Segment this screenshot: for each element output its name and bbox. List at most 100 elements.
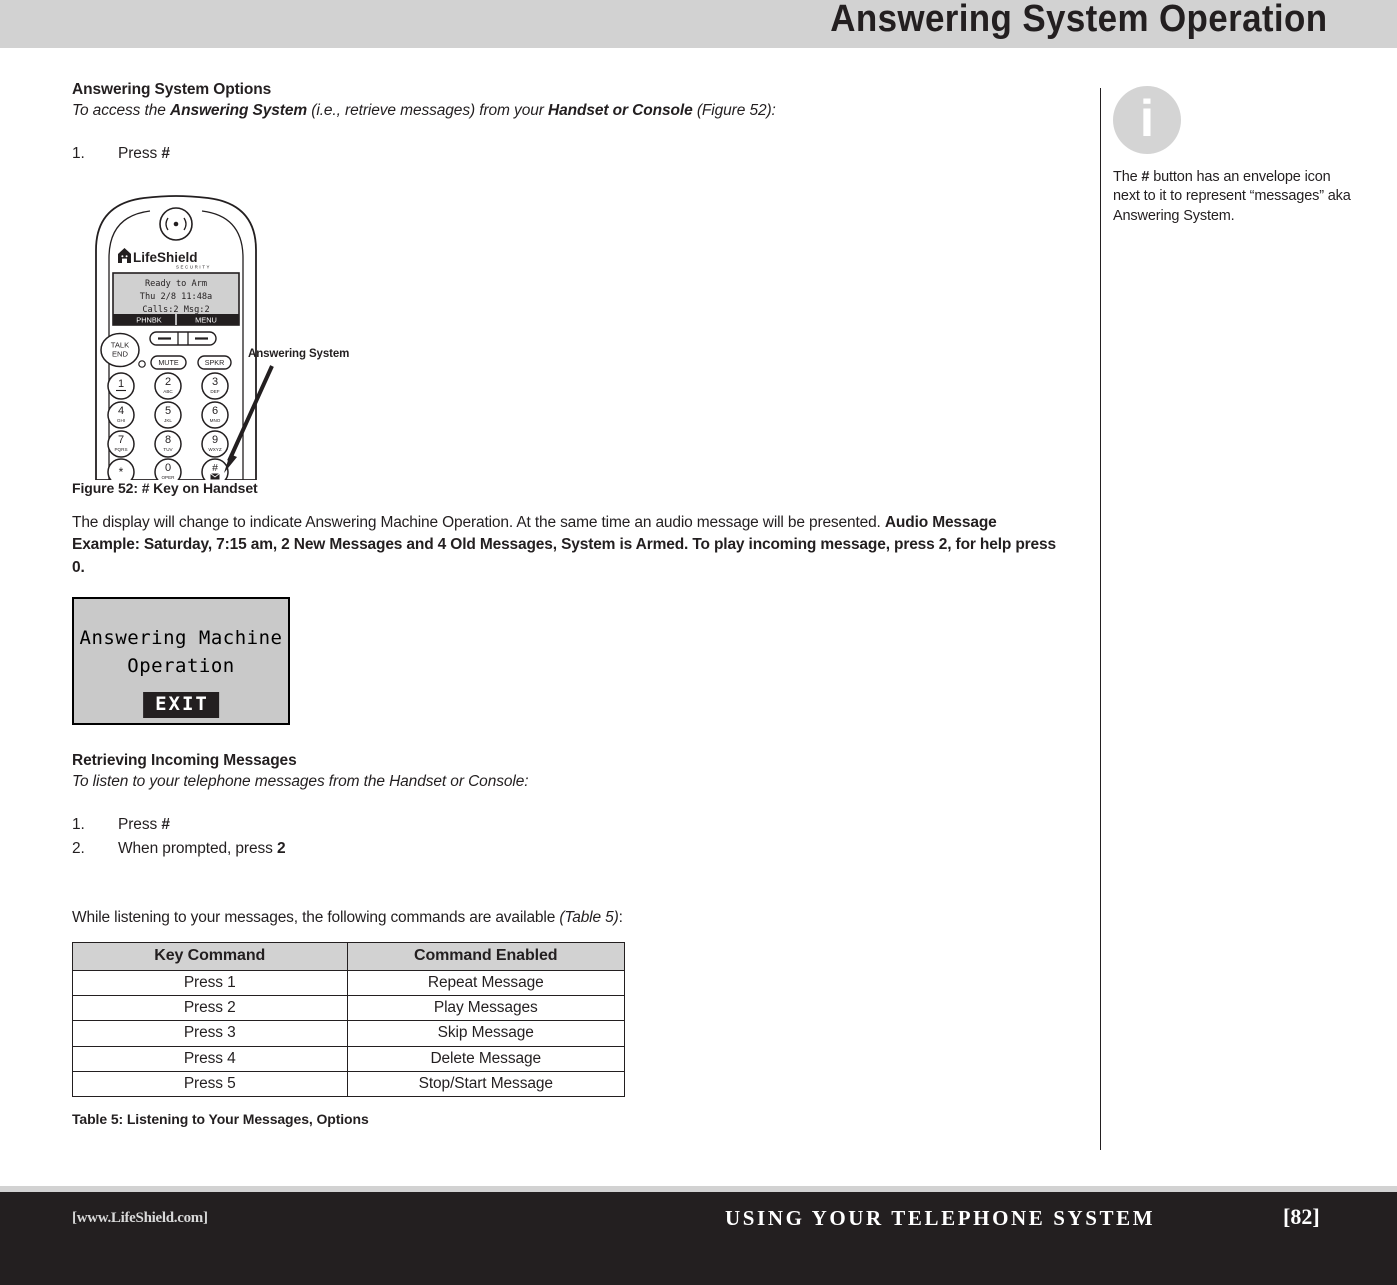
softkey-menu-label: MENU [195, 315, 217, 324]
footer-section-title: USING YOUR TELEPHONE SYSTEM [725, 1206, 1156, 1230]
svg-text:5: 5 [165, 405, 171, 417]
lcd-answering-machine-operation: Answering Machine Operation EXIT [72, 597, 290, 726]
lcd-line-status: Ready to Arm [145, 279, 207, 289]
table-cell-command: Skip Message [346, 1020, 625, 1047]
table-row: Press 1 Repeat Message [72, 969, 625, 996]
table-cell-command: Repeat Message [346, 969, 625, 996]
svg-text:*: * [119, 465, 124, 479]
svg-text:0: 0 [165, 462, 171, 474]
subheading-part-2: Answering System [169, 101, 308, 119]
paragraph-display-change: The display will change to indicate Answ… [72, 512, 1062, 579]
sidebar-note-panel: i The # button has an envelope icon next… [1113, 86, 1353, 226]
sidebar-note-part-3: button has an envelope icon next to it t… [1113, 169, 1351, 224]
table-row: Press 3 Skip Message [72, 1020, 625, 1047]
svg-text:GHI: GHI [117, 418, 125, 423]
brand-subtitle: SECURITY [176, 264, 211, 269]
table-row: Press 4 Delete Message [72, 1045, 625, 1073]
svg-text:MNO: MNO [210, 418, 221, 423]
table-cell-key: Press 3 [72, 1020, 348, 1047]
softkey-phonebook-label: PHNBK [136, 315, 162, 324]
table-header-key-command: Key Command [72, 941, 348, 971]
table-cell-key: Press 4 [72, 1045, 348, 1073]
table-row: Press 5 Stop/Start Message [72, 1071, 625, 1098]
mute-label: MUTE [158, 358, 179, 367]
lcd-text-line-1: Answering Machine [79, 627, 283, 650]
svg-text:TUV: TUV [163, 447, 173, 452]
figure-caption: Figure 52: # Key on Handset [72, 479, 258, 496]
lcd-line-datetime: Thu 2/8 11:48a [140, 292, 212, 302]
earpiece-dot [173, 221, 179, 227]
svg-text:PQRS: PQRS [114, 447, 127, 452]
table-cell-key: Press 1 [72, 969, 348, 996]
step-key-hash: # [161, 144, 170, 162]
step-text-label: Press [118, 816, 162, 834]
step-item-press-hash-2: 1. Press # [72, 813, 1062, 837]
table-intro-tail: : [618, 909, 623, 927]
handset-diagram: LifeShield SECURITY Ready to Arm Thu 2/8… [95, 194, 274, 480]
info-icon: i [1113, 86, 1181, 154]
svg-text:JKL: JKL [164, 418, 172, 423]
step-item-press-two: 2. When prompted, press 2 [72, 837, 1062, 861]
step-text: Press # [118, 813, 170, 837]
table-cell-key: Press 2 [72, 994, 348, 1022]
svg-text:7: 7 [118, 434, 124, 446]
lcd-exit-softkey[interactable]: EXIT [143, 692, 219, 719]
svg-text:2: 2 [165, 376, 171, 388]
table-header-command-enabled: Command Enabled [346, 941, 625, 971]
footer-website-url[interactable]: [www.LifeShield.com] [72, 1210, 208, 1227]
step-number: 1. [72, 144, 85, 162]
step-text: Press # [118, 142, 170, 166]
step-number: 1. [72, 816, 85, 834]
callout-label-answering-system: Answering System [248, 347, 350, 360]
svg-text:3: 3 [212, 376, 218, 388]
table-row: Press 2 Play Messages [72, 994, 625, 1022]
step-key-two: 2 [277, 840, 286, 858]
keypad: 1 2 ABC 3 DEF 4 GHI 5 JKL 6 MNO 7 PQRS 8… [107, 372, 229, 480]
svg-text:6: 6 [212, 405, 218, 417]
svg-text:DEF: DEF [210, 389, 219, 394]
table-caption: Table 5: Listening to Your Messages, Opt… [72, 1111, 369, 1128]
subheading-part-5: (Figure 52): [692, 101, 776, 119]
svg-text:ABC: ABC [163, 389, 173, 394]
subheading-part-1: To access the [72, 101, 170, 119]
subheading-part-4: Handset or Console [548, 101, 693, 119]
step-text-label: When prompted, press [118, 840, 278, 858]
table-intro-text: While listening to your messages, the fo… [72, 909, 560, 927]
end-label: END [112, 349, 129, 358]
subheading-part-3: (i.e., retrieve messages) from your [307, 101, 549, 119]
table-intro-reference: (Table 5) [559, 909, 619, 927]
svg-text:1: 1 [118, 378, 124, 390]
step-key-hash: # [161, 816, 170, 834]
svg-text:OPER: OPER [161, 475, 175, 480]
table-header-row: Key Command Command Enabled [72, 941, 625, 971]
lcd-line-counts: Calls:2 Msg:2 [142, 305, 209, 315]
svg-text:#: # [212, 462, 218, 474]
step-number: 2. [72, 840, 85, 858]
step-text-label: Press [118, 144, 162, 162]
sidebar-note-text: The # button has an envelope icon next t… [1113, 168, 1353, 226]
info-icon-glyph: i [1139, 89, 1155, 148]
svg-text:9: 9 [212, 434, 218, 446]
paragraph-table-intro: While listening to your messages, the fo… [72, 907, 1062, 929]
step-item-press-hash: 1. Press # [72, 142, 1062, 166]
lcd-text-line-2: Operation [127, 655, 235, 678]
sidebar-note-part-1: The [1113, 169, 1142, 185]
table-cell-command: Stop/Start Message [346, 1071, 625, 1098]
paragraph-display-change-text: The display will change to indicate Answ… [72, 513, 881, 531]
section-subheading-access-answering-system: To access the Answering System (i.e., re… [72, 101, 1062, 122]
footer-band [0, 1192, 1397, 1285]
section-heading-answering-system-options: Answering System Options [72, 81, 272, 98]
main-content-column: Answering System Options To access the A… [72, 80, 1062, 1127]
step-text: When prompted, press 2 [118, 837, 286, 861]
talk-label: TALK [111, 340, 129, 349]
footer-page-number: [82] [1283, 1204, 1320, 1229]
indicator-led [138, 360, 146, 368]
section-subheading-listen-messages: To listen to your telephone messages fro… [72, 773, 529, 791]
svg-text:8: 8 [165, 434, 171, 446]
table-cell-command: Delete Message [346, 1045, 625, 1073]
table-listening-options: Key Command Command Enabled Press 1 Repe… [72, 941, 625, 1098]
svg-text:WXYZ: WXYZ [208, 447, 221, 452]
brand-name: LifeShield [133, 250, 198, 265]
speaker-label: SPKR [205, 358, 225, 367]
page-title: Answering System Operation [829, 0, 1327, 40]
